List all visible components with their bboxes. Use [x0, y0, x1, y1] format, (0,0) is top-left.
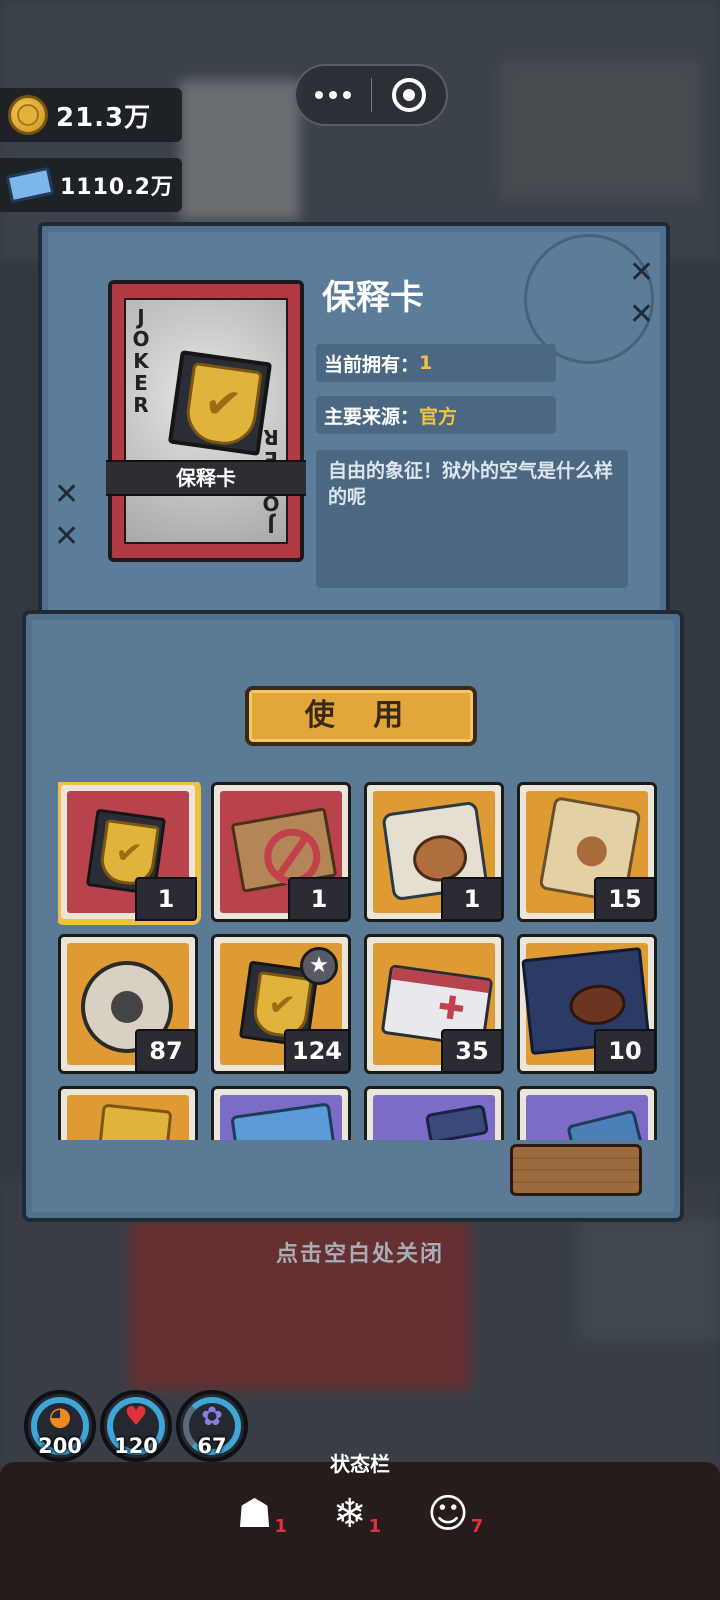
inventory-slot[interactable]	[517, 1086, 657, 1140]
miniprogram-capsule	[294, 64, 448, 126]
card-letter: J	[267, 513, 275, 537]
bail-card-icon	[167, 350, 273, 456]
item-title: 保释卡	[322, 278, 424, 318]
x-mark-icon: ✕	[628, 297, 654, 332]
coin-balance: 21.3万	[0, 88, 182, 142]
card-letter: E	[134, 371, 148, 395]
star-badge-icon: ★	[300, 947, 338, 985]
slot-count: 10	[594, 1029, 656, 1073]
card-letter: J	[137, 305, 145, 329]
slot-count: 124	[283, 1029, 350, 1073]
x-mark-icon: ✕	[628, 255, 654, 290]
inventory-slot[interactable]: ★ 124	[211, 934, 351, 1074]
brain-icon: ✿	[201, 1402, 223, 1432]
close-hint[interactable]: 点击空白处关闭	[0, 1236, 720, 1268]
wooden-scroll-handle[interactable]	[510, 1144, 642, 1196]
mask-count: 7	[470, 1516, 484, 1537]
card-name-banner: 保释卡	[106, 460, 306, 496]
owned-count-row: 当前拥有： 1	[316, 344, 556, 382]
cold-count: 1	[368, 1516, 382, 1537]
inventory-panel: 使 用 1 1 1 15 87 ★ 124 35 10	[22, 610, 684, 1222]
inventory-slot[interactable]	[211, 1086, 351, 1140]
cold-status[interactable]: ❄ 1	[333, 1490, 381, 1538]
slot-count: 1	[288, 877, 350, 921]
cold-icon: ❄	[333, 1491, 367, 1537]
x-mark-icon: ✕	[54, 477, 80, 512]
inventory-grid: 1 1 1 15 87 ★ 124 35 10	[58, 782, 658, 1140]
tired-status[interactable]: ☗ 1	[237, 1490, 287, 1538]
source-value: 官方	[419, 405, 458, 428]
inventory-scroll-area[interactable]: 1 1 1 15 87 ★ 124 35 10	[58, 782, 658, 1140]
more-menu-button[interactable]	[296, 66, 371, 124]
close-miniprogram-button[interactable]	[372, 66, 447, 124]
slot-count: 15	[594, 877, 656, 921]
heart-icon: ♥	[124, 1402, 148, 1432]
card-letter: K	[133, 349, 149, 373]
inventory-slot[interactable]: 1	[364, 782, 504, 922]
dot-icon	[315, 91, 324, 99]
coin-amount: 21.3万	[56, 102, 152, 133]
hunger-icon: ◕	[48, 1402, 72, 1432]
inventory-slot[interactable]: 15	[517, 782, 657, 922]
status-bar-title: 状态栏	[330, 1452, 390, 1476]
inventory-slot[interactable]: 87	[58, 934, 198, 1074]
card-letter: R	[263, 425, 279, 449]
slot-count: 35	[441, 1029, 503, 1073]
x-mark-icon: ✕	[54, 519, 80, 554]
coin-icon	[8, 95, 48, 135]
tired-icon: ☗	[236, 1491, 273, 1537]
ticket-icon	[5, 166, 55, 204]
gold-item-icon	[95, 1103, 173, 1140]
ticket-amount: 1110.2万	[60, 175, 174, 200]
source-row: 主要来源： 官方	[316, 396, 556, 434]
slot-count: 1	[135, 877, 197, 921]
owned-label: 当前拥有：	[324, 353, 420, 376]
joker-letters-top: J O K E R	[130, 306, 152, 416]
tired-count: 1	[274, 1516, 288, 1537]
inventory-slot[interactable]	[58, 1086, 198, 1140]
card-letter: R	[133, 393, 149, 417]
item-description: 自由的象征！狱外的空气是什么样的呢	[316, 450, 628, 588]
mask-status[interactable]: ☺ 7	[427, 1490, 483, 1538]
dot-icon	[329, 91, 338, 99]
card-letter: O	[132, 327, 150, 351]
inventory-slot[interactable]	[364, 1086, 504, 1140]
use-button[interactable]: 使 用	[245, 686, 477, 746]
owned-value: 1	[419, 352, 433, 374]
status-effects: ☗ 1 ❄ 1 ☺ 7	[0, 1490, 720, 1538]
inventory-slot[interactable]: 35	[364, 934, 504, 1074]
status-bar: 状态栏 ☗ 1 ❄ 1 ☺ 7	[0, 1452, 720, 1600]
inventory-slot[interactable]: 1	[58, 782, 198, 922]
ticket-balance: 1110.2万	[0, 158, 182, 212]
item-card-preview: J O K E R J O K E R 保释卡	[106, 280, 306, 562]
item-detail-panel: ✕ ✕ ✕ ✕ J O K E R J O K E R 保释卡 保释卡 当前拥有…	[38, 222, 670, 620]
source-label: 主要来源：	[324, 405, 420, 428]
card-face: J O K E R J O K E R	[124, 298, 288, 544]
inventory-slot[interactable]: 1	[211, 782, 351, 922]
slot-count: 1	[441, 877, 503, 921]
slot-count: 87	[135, 1029, 197, 1073]
inventory-slot[interactable]: 10	[517, 934, 657, 1074]
dot-icon	[343, 91, 352, 99]
mask-icon: ☺	[427, 1491, 469, 1537]
target-icon	[391, 78, 426, 112]
